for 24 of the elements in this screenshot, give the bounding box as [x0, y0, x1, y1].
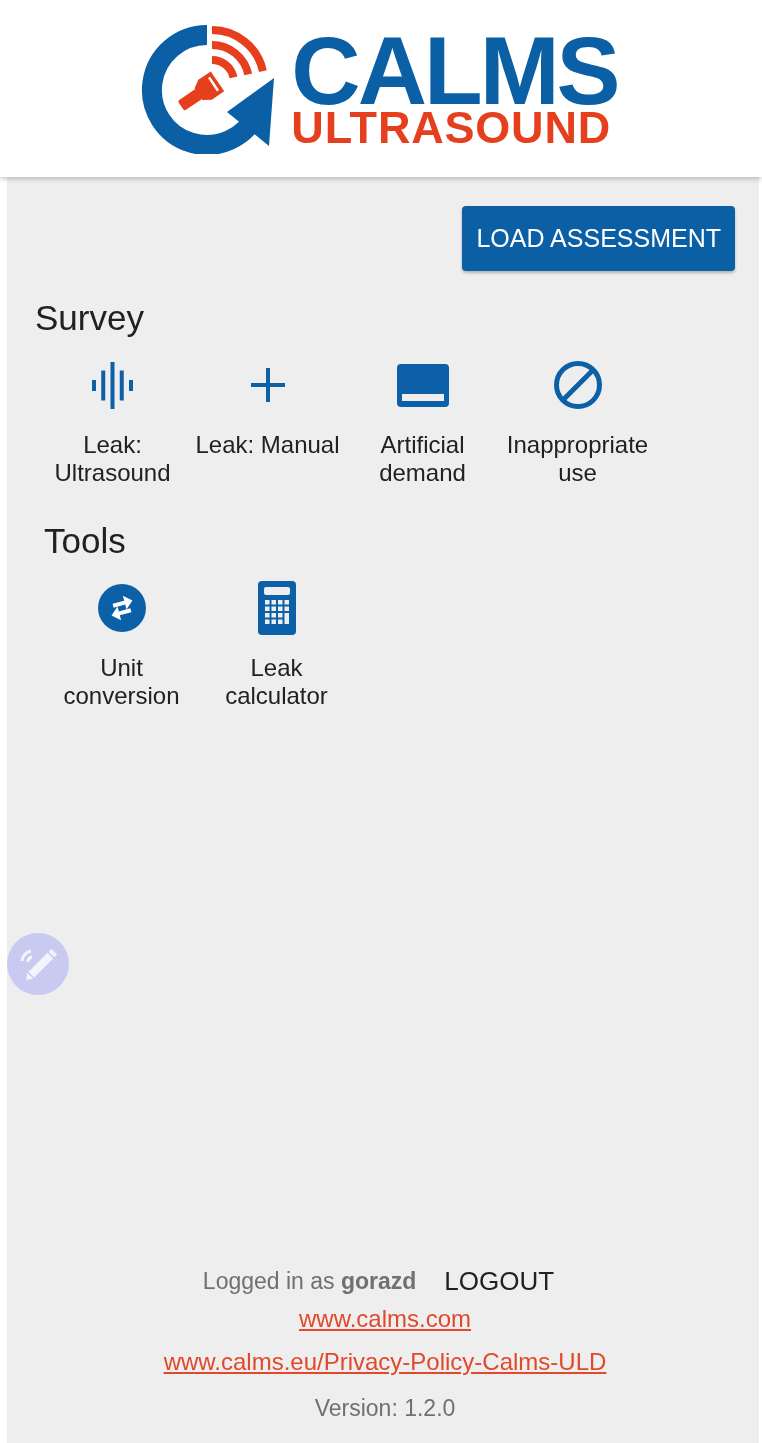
section-heading: Survey: [35, 297, 145, 339]
footer-link[interactable]: www.calms.com: [299, 1305, 471, 1332]
version-text: Version: 1.2.0: [314, 1394, 456, 1423]
panel-icon: [396, 363, 449, 407]
survey-option[interactable]: Inappropriate use: [500, 339, 655, 487]
tool-option[interactable]: Unit conversion: [44, 562, 199, 710]
survey-option[interactable]: Leak: Ultrasound: [35, 339, 190, 487]
load-assessment-button[interactable]: LOAD ASSESSMENT: [462, 206, 735, 271]
swap-arrows-icon: [97, 584, 146, 632]
prohibited-icon: [553, 361, 602, 409]
calculator-icon: [257, 581, 296, 635]
flashlight-logo-icon: [141, 23, 277, 154]
survey-option[interactable]: Artificial demand: [345, 339, 500, 487]
logo-subtitle: ULTRASOUND: [291, 109, 611, 146]
logged-in-text: Logged in as gorazd: [202, 1266, 417, 1296]
logout-button[interactable]: LOGOUT: [431, 1263, 568, 1299]
logo-title: CALMS: [291, 31, 619, 110]
floating-pencil-icon[interactable]: [7, 933, 69, 995]
waveform-icon: [92, 361, 133, 409]
section-heading: Tools: [44, 520, 127, 562]
plus-icon: [250, 368, 285, 402]
tool-option[interactable]: Leak calculator: [199, 562, 354, 710]
footer-link[interactable]: www.calms.eu/Privacy-Policy-Calms-ULD: [163, 1348, 607, 1375]
survey-option[interactable]: Leak: Manual: [190, 339, 345, 487]
